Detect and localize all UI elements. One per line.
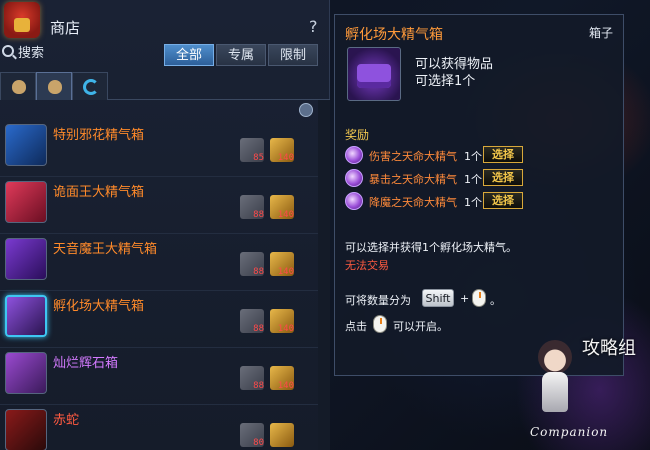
split-hint: 可将数量分为 Shift + 。 xyxy=(345,289,615,311)
plus-sign: + xyxy=(460,292,470,305)
cost-value: 88 xyxy=(253,324,264,334)
cost-coin-icon: 140 xyxy=(270,195,294,220)
shop-bag-icon xyxy=(4,2,40,38)
open-prefix: 点击 xyxy=(345,320,367,333)
cost-value: 88 xyxy=(253,210,264,220)
cost-value: 140 xyxy=(277,153,294,163)
select-button[interactable]: 选择 xyxy=(483,169,523,186)
red-chest-icon xyxy=(5,181,47,223)
cost-value: 88 xyxy=(253,381,264,391)
select-button[interactable]: 选择 xyxy=(483,192,523,209)
item-tooltip: 孵化场大精气箱 箱子 可以获得物品 可选择1个 奖励 伤害之天命大精气 1个 选… xyxy=(334,14,624,376)
reward-qty: 1个 xyxy=(464,196,482,209)
cost-token-icon: 80 xyxy=(240,423,264,448)
reward-name: 伤害之天命大精气 xyxy=(369,150,457,163)
cost-value: 140 xyxy=(277,324,294,334)
reward-label: 奖励 xyxy=(345,128,370,142)
cost-token-icon: 88 xyxy=(240,366,264,391)
cost-coin-icon xyxy=(270,423,294,447)
purple-chest-icon xyxy=(5,238,47,280)
shop-header: 商店 ? xyxy=(0,0,330,42)
cost-value: 140 xyxy=(277,267,294,277)
help-button[interactable]: ? xyxy=(309,17,318,36)
open-hint: 点击 可以开启。 xyxy=(345,315,615,337)
character-body xyxy=(542,372,568,412)
cost-token-icon: 88 xyxy=(240,309,264,334)
item-name: 灿烂辉石箱 xyxy=(53,356,119,371)
item-name: 天音魔王大精气箱 xyxy=(53,242,158,257)
list-item[interactable]: 诡面王大精气箱 88 140 xyxy=(0,177,318,234)
item-list: 特别邪花精气箱 85 140 诡面王大精气箱 88 140 天音魔王大精气箱 8… xyxy=(0,100,320,450)
tab-all[interactable]: 全部 xyxy=(164,44,214,66)
open-suffix: 可以开启。 xyxy=(393,320,448,333)
tab-refresh[interactable] xyxy=(72,72,108,100)
list-item-selected[interactable]: 孵化场大精气箱 88 140 xyxy=(0,291,318,348)
cost-value: 140 xyxy=(277,210,294,220)
reward-row: 伤害之天命大精气 1个 选择 xyxy=(345,145,615,167)
search-row: 全部 专属 限制 xyxy=(0,42,330,66)
tooltip-title: 孵化场大精气箱 xyxy=(345,27,443,43)
tooltip-description: 可以选择并获得1个孵化场大精气。 xyxy=(345,241,517,254)
cost-value: 88 xyxy=(253,267,264,277)
reward-row: 暴击之天命大精气 1个 选择 xyxy=(345,168,615,190)
no-trade-warning: 无法交易 xyxy=(345,259,389,272)
essence-orb-icon xyxy=(345,192,363,210)
watermark-brand: Companion xyxy=(530,425,609,439)
essence-orb-icon xyxy=(345,146,363,164)
mouse-icon xyxy=(373,315,387,333)
cost-coin-icon: 140 xyxy=(270,309,294,334)
item-name: 诡面王大精气箱 xyxy=(53,185,145,200)
essence-orb-icon xyxy=(345,169,363,187)
pouch-icon xyxy=(12,80,26,94)
tab-bag-1[interactable] xyxy=(0,72,36,100)
reward-name: 降魔之天命大精气 xyxy=(369,196,457,209)
search-input[interactable] xyxy=(18,43,138,63)
shop-title: 商店 xyxy=(50,19,81,37)
reward-name: 暴击之天命大精气 xyxy=(369,173,457,186)
watermark-logo: 攻略组 xyxy=(582,338,636,359)
gem-box-icon xyxy=(5,352,47,394)
list-item[interactable]: 灿烂辉石箱 88 140 xyxy=(0,348,318,405)
list-item[interactable]: 特别邪花精气箱 85 140 xyxy=(0,120,318,177)
split-prefix: 可将数量分为 xyxy=(345,294,411,307)
list-item[interactable]: 赤蛇 80 xyxy=(0,405,318,450)
cost-coin-icon: 140 xyxy=(270,252,294,277)
tab-exclusive[interactable]: 专属 xyxy=(216,44,266,66)
pouch-icon xyxy=(48,80,62,94)
cost-value: 80 xyxy=(253,438,264,448)
character-head xyxy=(538,340,572,374)
category-tabs xyxy=(0,72,330,100)
list-item[interactable]: 天音魔王大精气箱 88 140 xyxy=(0,234,318,291)
mouse-icon xyxy=(472,289,486,307)
cost-token-icon: 88 xyxy=(240,252,264,277)
purple-chest-icon xyxy=(5,295,47,337)
item-name: 特别邪花精气箱 xyxy=(53,128,145,143)
red-snake-icon xyxy=(5,409,47,450)
cost-value: 85 xyxy=(253,153,264,163)
item-name: 赤蛇 xyxy=(53,413,80,428)
split-suffix: 。 xyxy=(490,294,501,307)
blue-chest-icon xyxy=(5,124,47,166)
tab-bag-2[interactable] xyxy=(36,72,72,100)
cost-token-icon: 85 xyxy=(240,138,264,163)
shift-key-icon: Shift xyxy=(422,289,454,307)
cost-coin-icon: 140 xyxy=(270,366,294,391)
reward-qty: 1个 xyxy=(464,173,482,186)
select-button[interactable]: 选择 xyxy=(483,146,523,163)
search-icon xyxy=(2,45,14,57)
item-name: 孵化场大精气箱 xyxy=(53,299,145,314)
chibi-character-image xyxy=(524,340,584,424)
reward-qty: 1个 xyxy=(464,150,482,163)
cost-value: 140 xyxy=(277,381,294,391)
cost-coin-icon: 140 xyxy=(270,138,294,163)
tab-restricted[interactable]: 限制 xyxy=(268,44,318,66)
tooltip-type: 箱子 xyxy=(588,26,613,40)
cost-token-icon: 88 xyxy=(240,195,264,220)
reward-row: 降魔之天命大精气 1个 选择 xyxy=(345,191,615,213)
purple-chest-icon xyxy=(347,47,401,101)
refresh-icon xyxy=(83,79,99,95)
shop-panel: 商店 ? 全部 专属 限制 特别邪花精气箱 85 140 诡面王大精气箱 xyxy=(0,0,330,450)
tooltip-line-2: 可选择1个 xyxy=(415,74,476,89)
